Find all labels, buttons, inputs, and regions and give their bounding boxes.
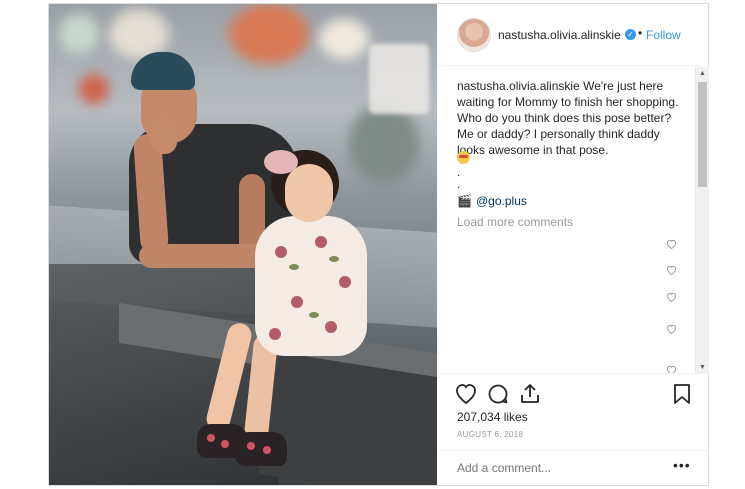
dress-flower <box>269 328 281 340</box>
post-caption: nastusha.olivia.alinskie We're just here… <box>457 78 689 158</box>
add-comment-bar: ••• <box>438 450 709 485</box>
shoe-flower <box>207 434 215 442</box>
follow-button[interactable]: Follow <box>646 28 681 42</box>
share-icon[interactable] <box>518 382 542 406</box>
load-more-comments-link[interactable]: Load more comments <box>457 215 573 229</box>
bokeh-light <box>319 19 369 59</box>
small-heart-icon[interactable] <box>666 239 677 249</box>
dress-flower <box>315 236 327 248</box>
background-sign <box>369 44 429 114</box>
star-eyes-emoji-icon <box>457 151 470 164</box>
girl-dress <box>255 216 367 356</box>
shoe-flower <box>221 440 229 448</box>
more-options-button[interactable]: ••• <box>673 457 691 473</box>
bokeh-light <box>349 104 419 184</box>
dress-flower <box>339 276 351 288</box>
clapperboard-icon: 🎬 <box>457 194 472 208</box>
shoe-flower <box>263 446 271 454</box>
comments-area[interactable]: nastusha.olivia.alinskie We're just here… <box>438 67 709 373</box>
comments-scrollbar[interactable]: ▲ ▼ <box>695 67 709 373</box>
girl-shoe <box>235 432 287 466</box>
scrollbar-thumb[interactable] <box>698 82 707 187</box>
girl-face <box>285 164 333 222</box>
likes-count[interactable]: 207,034 likes <box>457 410 528 424</box>
heart-icon[interactable] <box>454 382 478 406</box>
credit-handle-link[interactable]: @go.plus <box>476 194 527 208</box>
bokeh-light <box>229 4 309 64</box>
post-header: nastusha.olivia.alinskie ✓ • Follow <box>438 4 709 66</box>
verified-badge-icon: ✓ <box>625 29 636 40</box>
bokeh-light <box>59 14 99 54</box>
avatar[interactable] <box>457 18 491 52</box>
scroll-down-arrow-icon[interactable]: ▼ <box>699 364 706 371</box>
post-date: AUGUST 6, 2018 <box>457 430 524 439</box>
instagram-post: nastusha.olivia.alinskie ✓ • Follow nast… <box>48 3 709 486</box>
post-photo[interactable] <box>49 4 437 485</box>
man-cap <box>131 52 195 90</box>
dress-leaf <box>329 256 339 262</box>
small-heart-icon[interactable] <box>666 324 677 334</box>
header-username[interactable]: nastusha.olivia.alinskie <box>498 28 621 42</box>
dress-flower <box>275 246 287 258</box>
caption-username[interactable]: nastusha.olivia.alinskie <box>457 79 580 93</box>
dress-flower <box>325 321 337 333</box>
add-comment-input[interactable] <box>457 461 657 475</box>
dress-leaf <box>309 312 319 318</box>
dress-leaf <box>289 264 299 270</box>
shoe-flower <box>247 442 255 450</box>
hair-bow <box>264 150 298 174</box>
bokeh-light <box>79 74 109 104</box>
scroll-up-arrow-icon[interactable]: ▲ <box>699 70 706 77</box>
comment-bubble-icon[interactable] <box>486 382 510 406</box>
small-heart-icon[interactable] <box>666 292 677 302</box>
header-separator: • <box>638 26 643 40</box>
small-heart-icon[interactable] <box>666 365 677 373</box>
bookmark-icon[interactable] <box>670 382 694 406</box>
dress-flower <box>291 296 303 308</box>
man-hand <box>151 114 177 154</box>
post-side-panel: nastusha.olivia.alinskie ✓ • Follow nast… <box>438 4 709 485</box>
small-heart-icon[interactable] <box>666 265 677 275</box>
caption-dot: . <box>457 177 461 191</box>
